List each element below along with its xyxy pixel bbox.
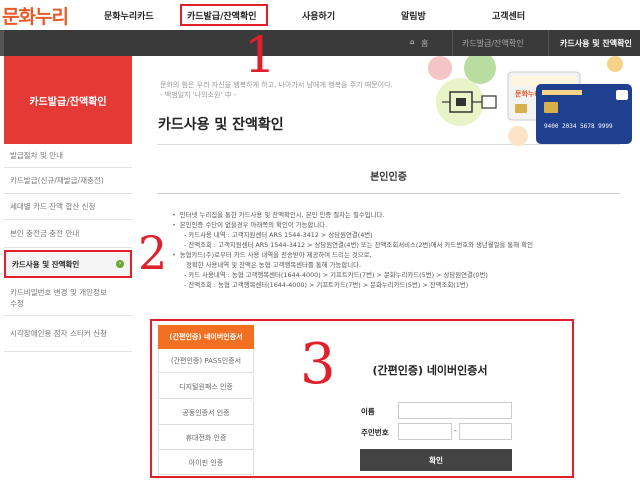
sidebar-item-balance-merge[interactable]: 세대별 카드 잔액 합산 신청 bbox=[4, 194, 132, 220]
chevron-right-icon: › bbox=[116, 260, 124, 268]
info-line: 농협카드(주)로부터 카드 사용 내역을 전송받아 제공하여 드리는 것으로, bbox=[172, 250, 620, 260]
tab-naver-cert[interactable]: (간편인증) 네이버인증서 bbox=[158, 325, 254, 349]
info-line: 본인인증 수단이 없을경우 아래쪽의 확인이 가능합니다. bbox=[172, 220, 620, 230]
rrn-label: 주민번호 bbox=[361, 428, 389, 437]
nav-item-notice[interactable]: 알림방 bbox=[401, 9, 426, 22]
sidebar-item-self-charge[interactable]: 본인 충전금 충전 안내 bbox=[4, 220, 132, 248]
info-line: - 카드 사용내역 : 농협 고객행복센터(1644-4000) > 기프트카드… bbox=[184, 271, 488, 279]
info-line: - 카드사용 내역 : 고객지원센터 ARS 1544-3412 > 상담원연결… bbox=[184, 231, 373, 239]
rrn-dash: - bbox=[454, 426, 457, 435]
breadcrumb-item-card-issue[interactable]: 카드발급/잔액확인 bbox=[462, 38, 524, 49]
name-label: 이름 bbox=[361, 407, 375, 416]
info-line: - 잔액조회 : 고객지원센터 ARS 1544-3412 > 상담원연결(4번… bbox=[184, 241, 533, 249]
annotation-number-1: 1 bbox=[244, 26, 276, 84]
info-text-block: 인터넷 누리집을 통한 카드사용 및 잔액확인시, 본인 인증 절차는 필수입니… bbox=[172, 210, 620, 290]
sidebar-title: 카드발급/잔액확인 bbox=[4, 56, 132, 144]
confirm-button[interactable]: 확인 bbox=[360, 449, 512, 471]
breadcrumb: ⌂ 홈 카드발급/잔액확인 카드사용 및 잔액확인 bbox=[0, 30, 640, 56]
page: 문화누리 문화누리카드 카드발급/잔액확인 사용하기 알림방 고객센터 ⌂ 홈 … bbox=[0, 0, 640, 480]
tab-mobile-phone[interactable]: 휴대전화 인증 bbox=[158, 426, 254, 450]
annotation-number-2: 2 bbox=[138, 226, 168, 280]
rrn-front-input[interactable] bbox=[398, 423, 452, 440]
sidebar-item-usage-balance[interactable]: 카드사용 및 잔액확인 › bbox=[4, 250, 132, 278]
section-title: 본인인증 bbox=[370, 172, 407, 183]
page-title: 카드사용 및 잔액확인 bbox=[158, 117, 284, 133]
breadcrumb-home[interactable]: 홈 bbox=[421, 38, 428, 49]
tab-joint-cert[interactable]: 공동인증서 인증 bbox=[158, 401, 254, 425]
site-logo[interactable]: 문화누리 bbox=[2, 2, 69, 29]
card-illustration: 문화누리 9400 2034 5678 9999 bbox=[428, 56, 632, 146]
nav-item-usage[interactable]: 사용하기 bbox=[302, 9, 335, 22]
nav-item-customer-center[interactable]: 고객센터 bbox=[492, 9, 525, 22]
annotation-box-1 bbox=[180, 4, 268, 26]
tab-digital-onepass[interactable]: 디지털원패스 인증 bbox=[158, 375, 254, 399]
breadcrumb-item-current: 카드사용 및 잔액확인 bbox=[560, 39, 632, 48]
rrn-back-input[interactable] bbox=[459, 423, 512, 440]
tab-ipin[interactable]: 아이핀 인증 bbox=[158, 451, 254, 475]
info-line: 정확한 사용내역 및 잔액은 농협 고객행복센터를 통해 가능합니다. bbox=[186, 261, 361, 269]
info-line: 인터넷 누리집을 통한 카드사용 및 잔액확인시, 본인 인증 절차는 필수입니… bbox=[172, 210, 620, 220]
sidebar-item-card-issue[interactable]: 카드발급(신규/재발급/재충전) bbox=[4, 168, 132, 194]
nav-item-culture-card[interactable]: 문화누리카드 bbox=[104, 9, 154, 22]
top-nav: 문화누리 문화누리카드 카드발급/잔액확인 사용하기 알림방 고객센터 bbox=[0, 0, 640, 30]
home-icon[interactable]: ⌂ bbox=[410, 38, 414, 46]
name-input[interactable] bbox=[398, 402, 512, 419]
sidebar-item-braille-sticker[interactable]: 시각장애인용 점자 스티커 신청 bbox=[4, 316, 132, 352]
page-quote: 문화의 힘은 우리 자신을 행복하게 하고, 나아가서 남에게 행복을 주기 때… bbox=[160, 81, 393, 99]
sidebar-item-password-change[interactable]: 카드비밀번호 변경 및 개인정보수정 bbox=[4, 280, 132, 316]
svg-text:9400 2034 5678 9999: 9400 2034 5678 9999 bbox=[544, 123, 613, 130]
auth-form-title: (간편인증) 네이버인증서 bbox=[372, 364, 488, 377]
info-line: - 잔액조회 : 농협 고객행복센터(1644-4000) > 기프트카드(7번… bbox=[184, 281, 469, 289]
sidebar-item-issue-guide[interactable]: 발급절차 및 안내 bbox=[4, 144, 132, 168]
tab-pass-cert[interactable]: (간편인증) PASS인증서 bbox=[158, 349, 254, 373]
